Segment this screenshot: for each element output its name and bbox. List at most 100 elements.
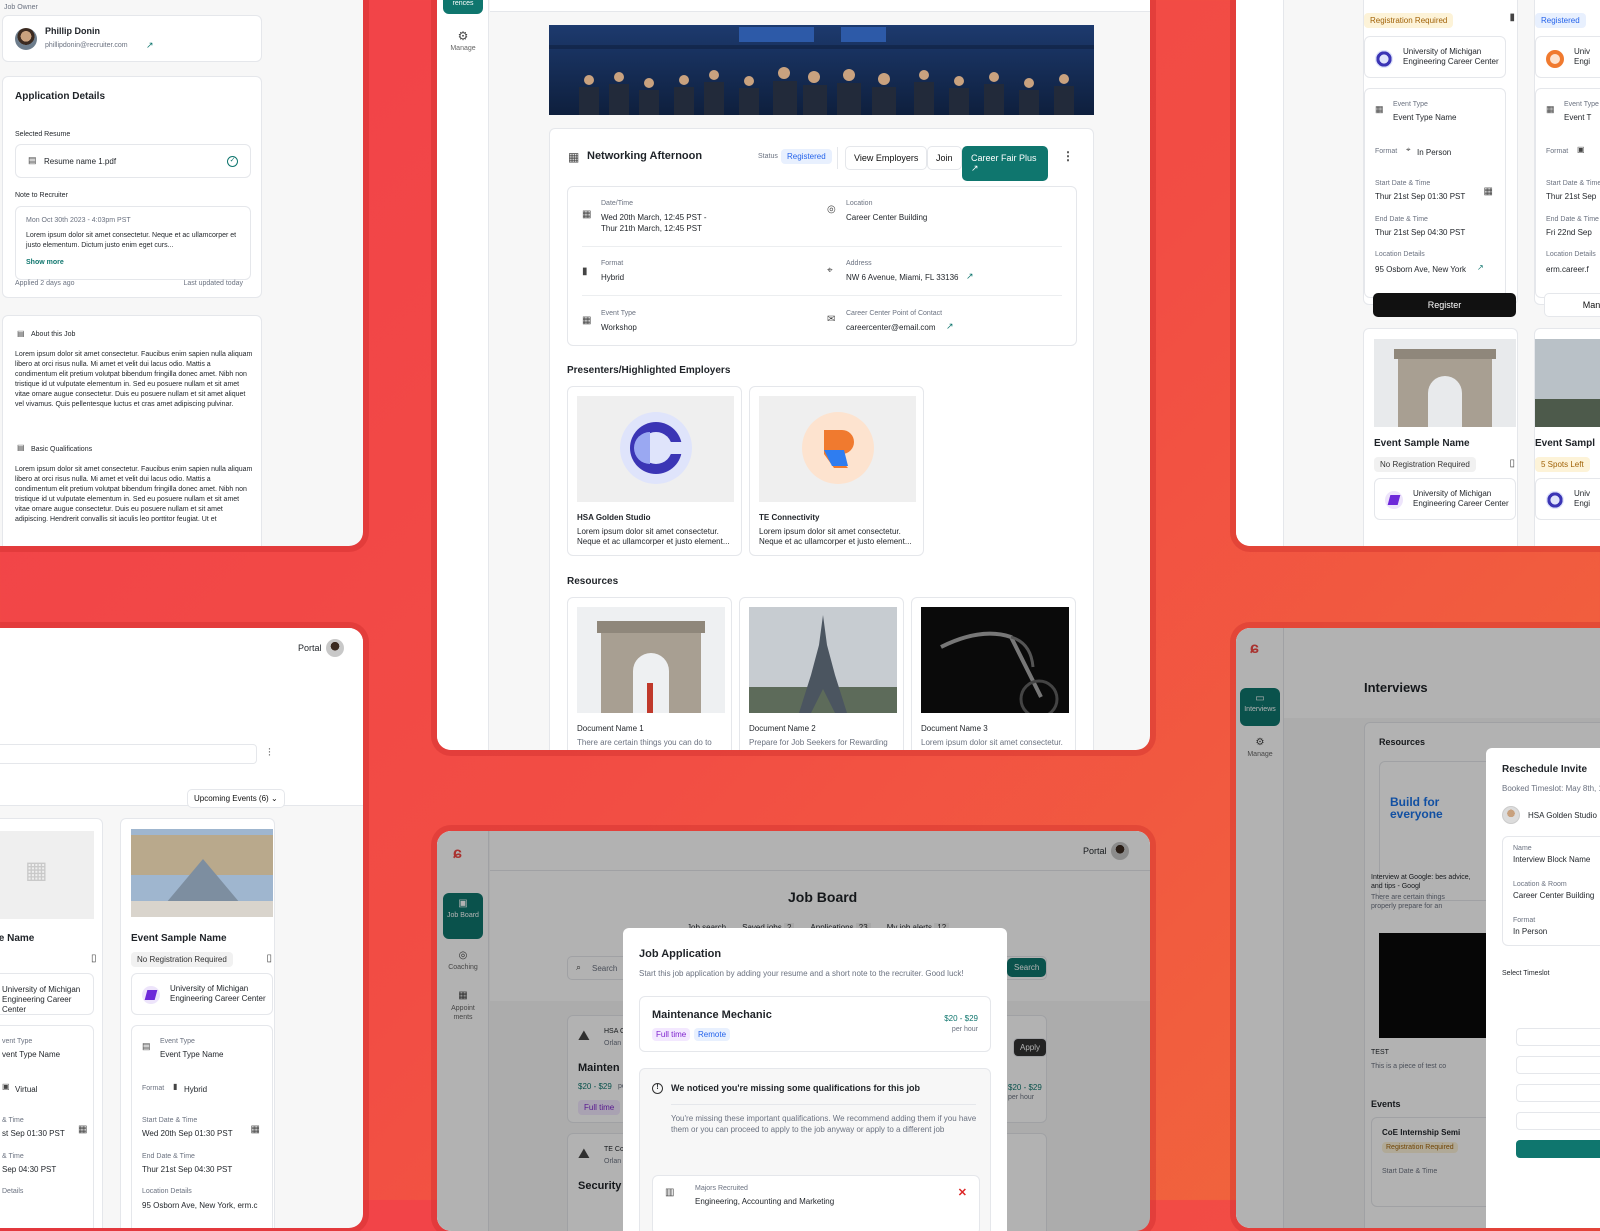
- add-calendar-icon[interactable]: ▦: [1484, 187, 1493, 197]
- location-details-label: Location Details: [1375, 251, 1425, 258]
- event-card[interactable]: Registration Required ▮ University of Mi…: [1363, 0, 1518, 305]
- add-calendar-icon[interactable]: ▦: [251, 1125, 260, 1135]
- event-card-partial[interactable]: Event Sampl 5 Spots Left Univ Engi: [1534, 328, 1600, 546]
- note-card: Mon Oct 30th 2023 - 4:03pm PST Lorem ips…: [15, 206, 251, 280]
- end-value: Thur 21st Sep 04:30 PST: [1375, 228, 1466, 237]
- resources-title: Resources: [567, 576, 619, 587]
- external-link-icon: ↗: [971, 163, 979, 173]
- manage-button[interactable]: Mana: [1544, 293, 1600, 317]
- join-button[interactable]: Join: [927, 146, 962, 170]
- event-type-label: vent Type: [2, 1038, 33, 1045]
- presenters-title: Presenters/Highlighted Employers: [567, 365, 731, 376]
- warning-text: You're missing these important qualifica…: [671, 1114, 977, 1134]
- bookmark-icon[interactable]: ▯: [1509, 459, 1515, 469]
- location-label: Location & Room: [1513, 881, 1567, 888]
- arc-de-triomphe-image: [1374, 339, 1516, 427]
- employer-name: HSA Golden Studio: [577, 513, 651, 522]
- bookmark-icon[interactable]: ▮: [1509, 13, 1515, 23]
- org-logo: [1546, 50, 1564, 68]
- interview-details-card: Name Interview Block Name Location & Roo…: [1502, 836, 1600, 946]
- panel-title: Reschedule Invite: [1502, 764, 1588, 775]
- timeslot-option[interactable]: [1516, 1112, 1600, 1130]
- event-type-value: Event T: [1564, 113, 1592, 122]
- location-value: Career Center Building: [1513, 891, 1595, 900]
- org-card: University of Michigan Engineering Caree…: [131, 973, 273, 1015]
- org-name: University of Michigan Engineering Caree…: [1413, 489, 1509, 508]
- more-vertical-icon[interactable]: ⋮: [1062, 150, 1074, 162]
- employer-card[interactable]: HSA Golden Studio Lorem ipsum dolor sit …: [567, 386, 742, 556]
- location-details-label: Location Details: [1546, 251, 1596, 258]
- document-name: Document Name 1: [577, 724, 644, 733]
- document-card[interactable]: Document Name 1 There are certain things…: [567, 597, 732, 750]
- job-type-badge: Full time: [652, 1028, 691, 1041]
- location-details-value[interactable]: 95 Osborn Ave, New York: [1375, 265, 1466, 274]
- dropdown-label: Upcoming Events (6): [194, 794, 269, 803]
- location-details-label: Location Details: [142, 1188, 192, 1195]
- external-link-icon[interactable]: ↗: [966, 272, 974, 281]
- format-label: Format: [1375, 148, 1398, 155]
- sidebar-item-conferences[interactable]: rences: [443, 0, 483, 14]
- external-link-icon[interactable]: ↗: [946, 322, 954, 331]
- mail-icon: ✉: [827, 314, 836, 325]
- filter-icon[interactable]: ⫶: [268, 748, 271, 759]
- resume-file[interactable]: ▤ Resume name 1.pdf ✓: [15, 144, 251, 178]
- add-calendar-icon[interactable]: ▦: [78, 1125, 87, 1135]
- date-label: Date/Time: [601, 200, 634, 207]
- submit-button[interactable]: [1516, 1140, 1600, 1158]
- map-pin-icon: ⌖: [1406, 145, 1411, 154]
- arc-de-triomphe-image: [577, 607, 725, 713]
- event-name: mple Name: [0, 933, 35, 944]
- timeslot-option[interactable]: [1516, 1084, 1600, 1102]
- external-link-icon[interactable]: ↗: [146, 41, 154, 50]
- owner-name: Phillip Donin: [45, 26, 100, 36]
- document-card[interactable]: Document Name 2 Prepare for Job Seekers …: [739, 597, 904, 750]
- event-card: ▦ Networking Afternoon Status Registered…: [549, 128, 1094, 750]
- event-info-card: ▤ Event Type Event Type Name Format ▮ Hy…: [131, 1025, 273, 1228]
- close-icon[interactable]: ✕: [958, 1186, 967, 1199]
- video-icon: ▣: [2, 1082, 10, 1091]
- event-card[interactable]: Event Sample Name No Registration Requir…: [1363, 328, 1518, 546]
- calendar-icon: ▦: [25, 857, 48, 884]
- event-banner-image: [549, 25, 1094, 115]
- timeslot-option[interactable]: [1516, 1028, 1600, 1046]
- document-card[interactable]: Document Name 3 Lorem ipsum dolor sit am…: [911, 597, 1076, 750]
- poc-value[interactable]: careercenter@email.com: [846, 323, 935, 332]
- timeslot-option[interactable]: [1516, 1056, 1600, 1074]
- bookmark-icon[interactable]: ▯: [91, 954, 97, 964]
- qualifications-warning: ! We noticed you're missing some qualifi…: [639, 1068, 991, 1231]
- event-card-partial[interactable]: ▦ mple Name ▯ University of Michigan Eng…: [0, 818, 103, 1228]
- address-value[interactable]: NW 6 Avenue, Miami, FL 33136: [846, 273, 959, 282]
- format-value: Hybrid: [184, 1085, 208, 1094]
- search-input[interactable]: [0, 744, 257, 764]
- divider: [671, 1104, 976, 1105]
- org-name: Univ Engi: [1574, 489, 1591, 508]
- note-text: Lorem ipsum dolor sit amet consectetur. …: [26, 232, 237, 249]
- show-more-link[interactable]: Show more: [26, 259, 64, 266]
- no-registration-badge: No Registration Required: [1374, 457, 1476, 472]
- avatar[interactable]: [326, 639, 344, 657]
- location-target-icon: ◎: [827, 204, 836, 215]
- sidebar-item-manage[interactable]: ⚙ Manage: [443, 24, 483, 62]
- career-fair-plus-button[interactable]: Career Fair Plus ↗: [962, 146, 1048, 181]
- selected-resume-label: Selected Resume: [15, 131, 71, 138]
- event-card-partial[interactable]: Registered Univ Engi ▦ Event Type Event …: [1534, 0, 1600, 305]
- event-name: Event Sample Name: [131, 933, 227, 944]
- top-bar: [490, 0, 1150, 12]
- bookmark-icon[interactable]: ▯: [266, 954, 272, 964]
- career-fair-plus-label: Career Fair Plus: [971, 153, 1037, 163]
- start-value: Wed 20th Sep 01:30 PST: [142, 1129, 233, 1138]
- event-card[interactable]: Event Sample Name No Registration Requir…: [120, 818, 275, 1228]
- external-link-icon[interactable]: ↗: [1477, 264, 1484, 272]
- start-value: Thur 21st Sep 01:30 PST: [1375, 192, 1466, 201]
- view-employers-button[interactable]: View Employers: [845, 146, 928, 170]
- employer-card[interactable]: TE Connectivity Lorem ipsum dolor sit am…: [749, 386, 924, 556]
- portal-label[interactable]: Portal: [298, 643, 322, 653]
- name-label: Name: [1513, 845, 1532, 852]
- basic-label: Basic Qualifications: [31, 446, 93, 453]
- owner-email[interactable]: phillipdonin@recruiter.com: [45, 42, 128, 49]
- owner-card[interactable]: Phillip Donin phillipdonin@recruiter.com…: [2, 15, 262, 62]
- no-registration-badge: No Registration Required: [131, 952, 233, 967]
- event-type-value: Event Type Name: [160, 1050, 224, 1059]
- register-button[interactable]: Register: [1373, 293, 1516, 317]
- upcoming-events-dropdown[interactable]: Upcoming Events (6) ⌄: [187, 789, 285, 808]
